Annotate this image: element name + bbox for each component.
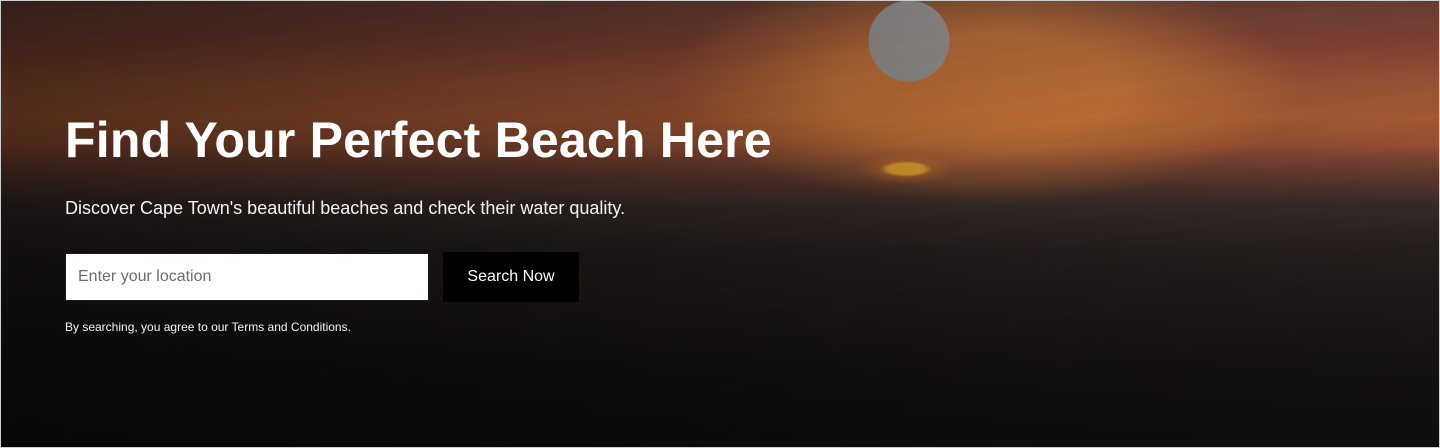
hero-title: Find Your Perfect Beach Here bbox=[65, 112, 772, 168]
search-row: Search Now bbox=[65, 252, 825, 303]
search-now-button[interactable]: Search Now bbox=[443, 252, 579, 303]
hero-subtitle: Discover Cape Town's beautiful beaches a… bbox=[65, 198, 626, 218]
location-search-input[interactable] bbox=[65, 253, 429, 302]
terms-note: By searching, you agree to our Terms and… bbox=[65, 320, 351, 335]
hero-section: Find Your Perfect Beach Here Discover Ca… bbox=[0, 0, 1440, 448]
hero-content: Find Your Perfect Beach Here Discover Ca… bbox=[65, 113, 825, 336]
